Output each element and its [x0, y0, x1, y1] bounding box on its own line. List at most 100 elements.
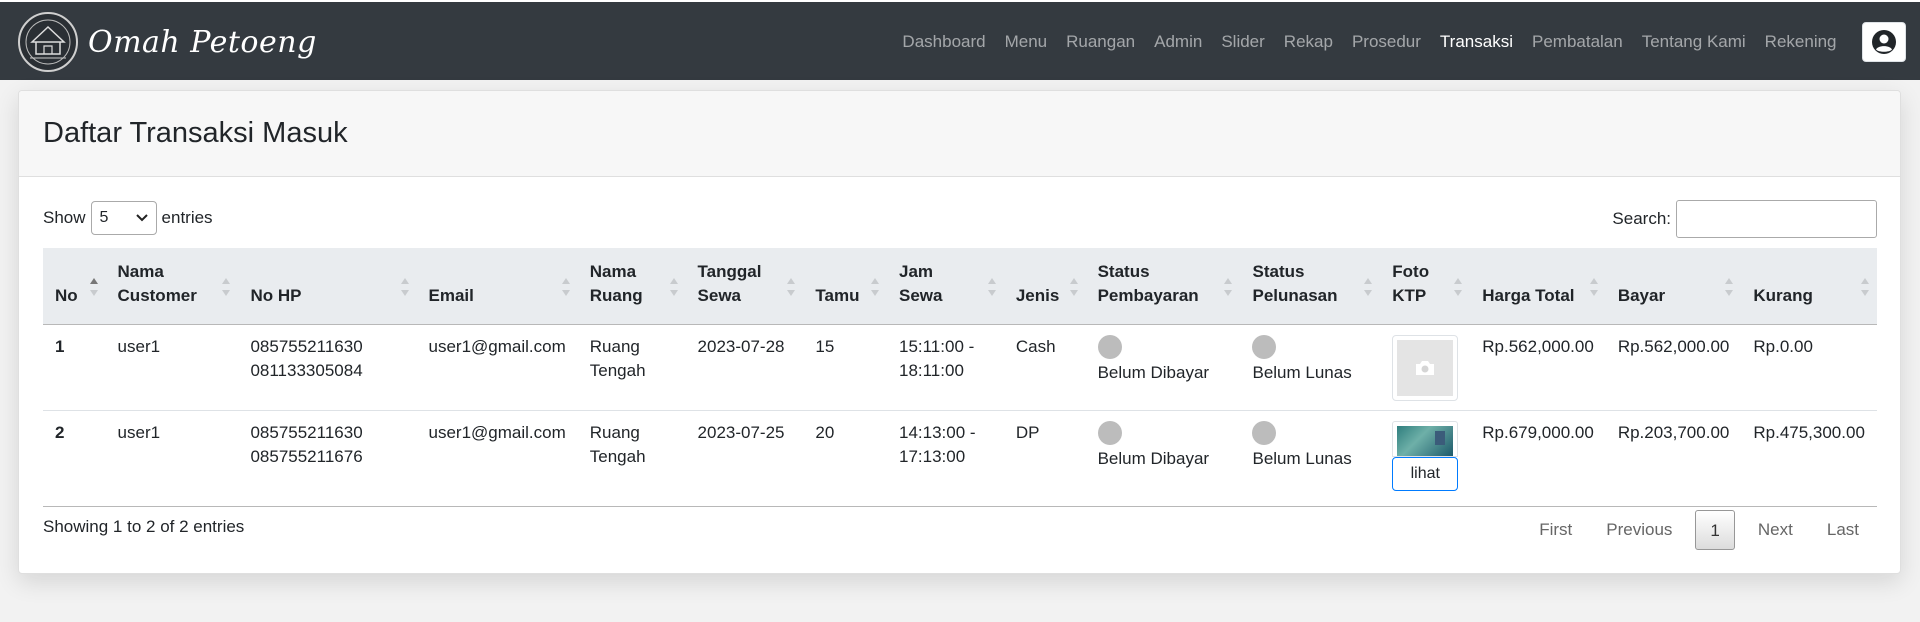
status-pelunasan-text: Belum Lunas	[1252, 449, 1352, 468]
sort-icon	[870, 278, 879, 296]
status-pembayaran-text: Belum Dibayar	[1097, 363, 1210, 382]
cell-status-pelunasan: Belum Lunas	[1240, 325, 1380, 411]
nav-menu-item[interactable]: Menu	[995, 32, 1057, 52]
col-header-status-pelunasan[interactable]: Status Pelunasan	[1240, 248, 1381, 325]
cell-tanggal: 2023-07-28	[697, 337, 785, 356]
table-header: No Nama Customer No HP Email Nama Ruang Ta…	[43, 248, 1877, 325]
ktp-placeholder-image[interactable]	[1392, 335, 1459, 401]
sort-icon	[222, 278, 231, 296]
nav-ruangan[interactable]: Ruangan	[1057, 32, 1145, 52]
cell-no: 2	[43, 410, 106, 507]
col-header-email[interactable]: Email	[416, 248, 578, 325]
status-dot-icon	[1252, 335, 1277, 359]
cell-jam: 14:13:00 -17:13:00	[886, 410, 1004, 507]
entries-value: 5	[99, 209, 109, 226]
status-pembayaran-text: Belum Dibayar	[1097, 449, 1210, 468]
nav-prosedur[interactable]: Prosedur	[1342, 32, 1430, 52]
sort-icon	[1224, 278, 1233, 296]
nav-tentang-kami[interactable]: Tentang Kami	[1632, 32, 1755, 52]
entries-label: entries	[161, 208, 213, 227]
table-controls: Show 5 entries Search:	[43, 200, 1877, 238]
cell-harga-total: Rp.679,000.00	[1470, 410, 1606, 507]
sort-icon	[561, 278, 570, 296]
page-1-button[interactable]: 1	[1695, 510, 1735, 550]
transactions-table: No Nama Customer No HP Email Nama Ruang Ta…	[43, 248, 1877, 507]
nav-slider[interactable]: Slider	[1212, 32, 1274, 52]
cell-status-pembayaran: Belum Dibayar	[1086, 325, 1241, 411]
cell-email: user1@gmail.com	[416, 410, 578, 507]
show-label: Show	[43, 208, 86, 227]
status-dot-icon	[1252, 421, 1277, 445]
page-previous-button[interactable]: Previous	[1589, 510, 1689, 550]
col-header-jenis[interactable]: Jenis	[1003, 248, 1086, 325]
col-header-harga-total[interactable]: Harga Total	[1470, 248, 1606, 325]
status-dot-icon	[1097, 335, 1122, 359]
sort-icon	[1861, 278, 1869, 296]
cell-jam: 15:11:00 -18:11:00	[898, 337, 975, 380]
col-header-foto-ktp[interactable]: Foto KTP	[1380, 248, 1471, 325]
transactions-card: Daftar Transaksi Masuk Show 5 entries Se…	[18, 90, 1901, 574]
col-header-tamu[interactable]: Tamu	[803, 248, 887, 325]
chevron-down-icon	[135, 214, 148, 222]
top-navbar: Omah Petoeng Dashboard Menu Ruangan Admi…	[0, 0, 1920, 80]
cell-harga-total: Rp.562,000.00	[1482, 337, 1594, 356]
brand[interactable]: Omah Petoeng	[18, 10, 317, 74]
cell-tamu: 15	[815, 337, 835, 356]
page-title: Daftar Transaksi Masuk	[43, 117, 348, 149]
col-header-no[interactable]: No	[43, 248, 106, 325]
col-header-status-pembayaran[interactable]: Status Pembayaran	[1085, 248, 1241, 325]
cell-email: user1@gmail.com	[428, 337, 566, 356]
nav-dashboard[interactable]: Dashboard	[893, 32, 995, 52]
table-row: 2 user1 085755211630 085755211676 user1@g…	[43, 410, 1877, 507]
nav-rekening[interactable]: Rekening	[1755, 32, 1846, 52]
page-next-button[interactable]: Next	[1741, 510, 1810, 550]
cell-bayar: Rp.562,000.00	[1617, 337, 1730, 356]
sort-icon	[1364, 278, 1373, 296]
cell-status-pelunasan: Belum Lunas	[1240, 410, 1381, 507]
col-header-kurang[interactable]: Kurang	[1741, 248, 1877, 325]
cell-customer: user1	[117, 337, 161, 356]
sort-icon	[669, 278, 678, 296]
sort-icon	[1725, 278, 1734, 296]
status-pelunasan-text: Belum Lunas	[1252, 363, 1352, 382]
nav-rekap[interactable]: Rekap	[1274, 32, 1342, 52]
sort-icon	[787, 278, 796, 296]
nav-transaksi[interactable]: Transaksi	[1430, 32, 1522, 52]
cell-foto-ktp: lihat	[1380, 410, 1471, 507]
page-first-button[interactable]: First	[1522, 510, 1589, 550]
lihat-ktp-button[interactable]: lihat	[1392, 457, 1459, 491]
cell-customer: user1	[105, 410, 239, 507]
ktp-photo-thumbnail[interactable]	[1392, 421, 1459, 457]
col-header-bayar[interactable]: Bayar	[1605, 248, 1742, 325]
pagination: First Previous 1 Next Last	[1522, 509, 1876, 551]
page-last-button[interactable]: Last	[1810, 510, 1876, 550]
col-header-nama-customer[interactable]: Nama Customer	[105, 248, 239, 325]
user-menu-button[interactable]	[1862, 22, 1906, 62]
cell-kurang: Rp.0.00	[1753, 337, 1813, 356]
sort-asc-icon	[89, 278, 98, 296]
traditional-house-emblem-icon	[18, 12, 78, 72]
user-circle-icon	[1872, 30, 1896, 54]
sort-icon	[1454, 278, 1463, 296]
col-header-jam-sewa[interactable]: Jam Sewa	[886, 248, 1004, 325]
cell-nama-ruang: Ruang Tengah	[577, 410, 686, 507]
table-info: Showing 1 to 2 of 2 entries	[43, 517, 245, 536]
card-header: Daftar Transaksi Masuk	[19, 91, 1900, 177]
sort-icon	[1589, 278, 1598, 296]
cell-no-hp: 085755211630 085755211676	[238, 410, 417, 507]
cell-foto-ktp	[1380, 325, 1470, 411]
sort-icon	[400, 278, 409, 296]
cell-tamu: 20	[803, 410, 887, 507]
col-header-nama-ruang[interactable]: Nama Ruang	[577, 248, 686, 325]
nav-admin[interactable]: Admin	[1145, 32, 1212, 52]
cell-no: 1	[55, 337, 65, 356]
search-input[interactable]	[1676, 200, 1877, 238]
nav-menu: Dashboard Menu Ruangan Admin Slider Reka…	[893, 2, 1846, 82]
col-header-tanggal-sewa[interactable]: Tanggal Sewa	[685, 248, 804, 325]
sort-icon	[1069, 278, 1078, 296]
col-header-no-hp[interactable]: No HP	[238, 248, 417, 325]
nav-pembatalan[interactable]: Pembatalan	[1522, 32, 1632, 52]
entries-length-select[interactable]: 5	[90, 201, 157, 235]
search-label: Search:	[1612, 209, 1671, 228]
table-search: Search:	[1612, 200, 1877, 238]
